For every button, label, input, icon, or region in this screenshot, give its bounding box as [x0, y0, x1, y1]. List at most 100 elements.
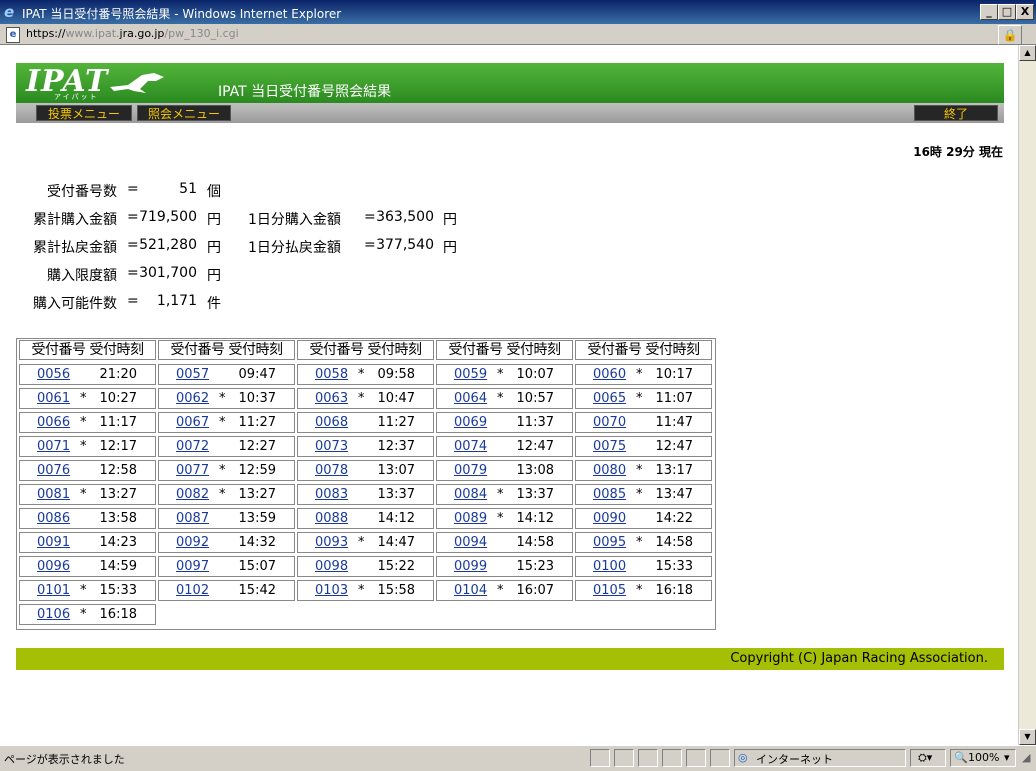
close-button[interactable]: X — [1016, 4, 1034, 20]
receipt-mark: * — [80, 391, 87, 406]
receipt-number-link[interactable]: 0068 — [315, 415, 348, 430]
receipt-number-link[interactable]: 0080 — [593, 463, 626, 478]
receipt-cell: 0084 * 13:37 — [436, 484, 573, 505]
table-header: 受付番号 受付時刻 — [19, 340, 156, 360]
receipt-number-link[interactable]: 0069 — [454, 415, 487, 430]
receipt-number-link[interactable]: 0066 — [37, 415, 70, 430]
receipt-number-link[interactable]: 0079 — [454, 463, 487, 478]
scroll-up-button[interactable]: ▲ — [1019, 45, 1036, 61]
receipt-number-link[interactable]: 0062 — [176, 391, 209, 406]
receipt-number-link[interactable]: 0095 — [593, 535, 626, 550]
receipt-time: 09:58 — [377, 367, 415, 382]
receipt-number-link[interactable]: 0064 — [454, 391, 487, 406]
receipt-number-link[interactable]: 0092 — [176, 535, 209, 550]
receipt-number-link[interactable]: 0083 — [315, 487, 348, 502]
receipt-number-link[interactable]: 0070 — [593, 415, 626, 430]
zoom-dropdown-icon[interactable]: ▾ — [1004, 751, 1010, 764]
receipt-number-link[interactable]: 0067 — [176, 415, 209, 430]
receipt-number-link[interactable]: 0061 — [37, 391, 70, 406]
vertical-scrollbar[interactable]: ▲ ▼ — [1018, 45, 1036, 745]
receipt-number-link[interactable]: 0074 — [454, 439, 487, 454]
receipt-number-link[interactable]: 0096 — [37, 559, 70, 574]
window-title-bar: e IPAT 当日受付番号照会結果 - Windows Internet Exp… — [0, 0, 1036, 24]
inquiry-menu-button[interactable]: 照会メニュー — [137, 105, 231, 121]
receipt-number-link[interactable]: 0100 — [593, 559, 626, 574]
receipt-number-link[interactable]: 0101 — [37, 583, 70, 598]
minimize-button[interactable]: _ — [980, 4, 998, 20]
receipt-number-link[interactable]: 0081 — [37, 487, 70, 502]
scroll-down-button[interactable]: ▼ — [1019, 729, 1036, 745]
receipt-time: 16:18 — [99, 607, 137, 622]
receipt-number-link[interactable]: 0075 — [593, 439, 626, 454]
maximize-button[interactable]: □ — [998, 4, 1016, 20]
receipt-number-link[interactable]: 0102 — [176, 583, 209, 598]
receipt-number-link[interactable]: 0104 — [454, 583, 487, 598]
receipt-time: 15:58 — [377, 583, 415, 598]
receipt-cell: 0072 12:27 — [158, 436, 295, 457]
zoom-icon[interactable]: 🔍 — [954, 751, 968, 764]
receipt-number-link[interactable]: 0077 — [176, 463, 209, 478]
receipt-number-link[interactable]: 0072 — [176, 439, 209, 454]
zoom-level[interactable]: 100% — [968, 751, 999, 764]
resize-grip-icon[interactable]: ◢ — [1022, 751, 1030, 764]
summary-value: 521,280 — [139, 237, 197, 253]
receipt-number-link[interactable]: 0099 — [454, 559, 487, 574]
receipt-number-link[interactable]: 0084 — [454, 487, 487, 502]
receipt-number-link[interactable]: 0063 — [315, 391, 348, 406]
address-bar[interactable]: e https://www.ipat.jra.go.jp/pw_130_i.cg… — [0, 24, 1036, 45]
receipt-number-link[interactable]: 0071 — [37, 439, 70, 454]
receipt-number-link[interactable]: 0093 — [315, 535, 348, 550]
receipt-number-link[interactable]: 0087 — [176, 511, 209, 526]
summary-unit: 円 — [207, 268, 221, 284]
receipt-time: 14:58 — [655, 535, 693, 550]
receipt-number-link[interactable]: 0073 — [315, 439, 348, 454]
url-scheme: https:// — [26, 27, 66, 40]
receipt-time: 13:27 — [99, 487, 137, 502]
receipt-number-link[interactable]: 0091 — [37, 535, 70, 550]
protected-mode-icon[interactable]: ⛭▾ — [918, 751, 932, 765]
receipt-number-link[interactable]: 0076 — [37, 463, 70, 478]
receipt-number-link[interactable]: 0089 — [454, 511, 487, 526]
receipt-number-link[interactable]: 0078 — [315, 463, 348, 478]
receipt-time: 15:07 — [238, 559, 276, 574]
receipt-number-link[interactable]: 0094 — [454, 535, 487, 550]
vote-menu-button[interactable]: 投票メニュー — [36, 105, 132, 121]
receipt-cell: 0090 14:22 — [575, 508, 712, 529]
receipt-cell: 0099 15:23 — [436, 556, 573, 577]
receipt-number-link[interactable]: 0106 — [37, 607, 70, 622]
security-lock-icon[interactable]: 🔒 — [998, 25, 1022, 45]
receipt-cell: 0066 * 11:17 — [19, 412, 156, 433]
receipt-cell: 0061 * 10:27 — [19, 388, 156, 409]
receipt-time: 13:47 — [655, 487, 693, 502]
receipt-cell: 0064 * 10:57 — [436, 388, 573, 409]
receipt-number-link[interactable]: 0082 — [176, 487, 209, 502]
receipt-number-link[interactable]: 0060 — [593, 367, 626, 382]
address-url[interactable]: https://www.ipat.jra.go.jp/pw_130_i.cgi — [26, 27, 239, 40]
receipt-time: 21:20 — [99, 367, 137, 382]
receipt-number-link[interactable]: 0105 — [593, 583, 626, 598]
receipt-number-link[interactable]: 0056 — [37, 367, 70, 382]
receipt-number-link[interactable]: 0059 — [454, 367, 487, 382]
receipt-time: 14:58 — [516, 535, 554, 550]
receipt-table: 受付番号 受付時刻 受付番号 受付時刻 受付番号 受付時刻 受付番号 受付時刻 受付番号… — [16, 338, 716, 630]
receipt-time: 14:12 — [516, 511, 554, 526]
receipt-time: 12:58 — [99, 463, 137, 478]
receipt-number-link[interactable]: 0086 — [37, 511, 70, 526]
ipat-logo-subtext: アイパット — [54, 93, 99, 101]
receipt-number-link[interactable]: 0057 — [176, 367, 209, 382]
receipt-cell: 0094 14:58 — [436, 532, 573, 553]
receipt-number-link[interactable]: 0058 — [315, 367, 348, 382]
receipt-time: 12:47 — [655, 439, 693, 454]
receipt-number-link[interactable]: 0103 — [315, 583, 348, 598]
end-button[interactable]: 終了 — [914, 105, 998, 121]
receipt-time: 13:58 — [99, 511, 137, 526]
receipt-number-link[interactable]: 0098 — [315, 559, 348, 574]
receipt-number-link[interactable]: 0090 — [593, 511, 626, 526]
receipt-cell: 0096 14:59 — [19, 556, 156, 577]
receipt-number-link[interactable]: 0088 — [315, 511, 348, 526]
receipt-cell: 0074 12:47 — [436, 436, 573, 457]
receipt-number-link[interactable]: 0065 — [593, 391, 626, 406]
receipt-number-link[interactable]: 0097 — [176, 559, 209, 574]
receipt-cell: 0098 15:22 — [297, 556, 434, 577]
receipt-number-link[interactable]: 0085 — [593, 487, 626, 502]
